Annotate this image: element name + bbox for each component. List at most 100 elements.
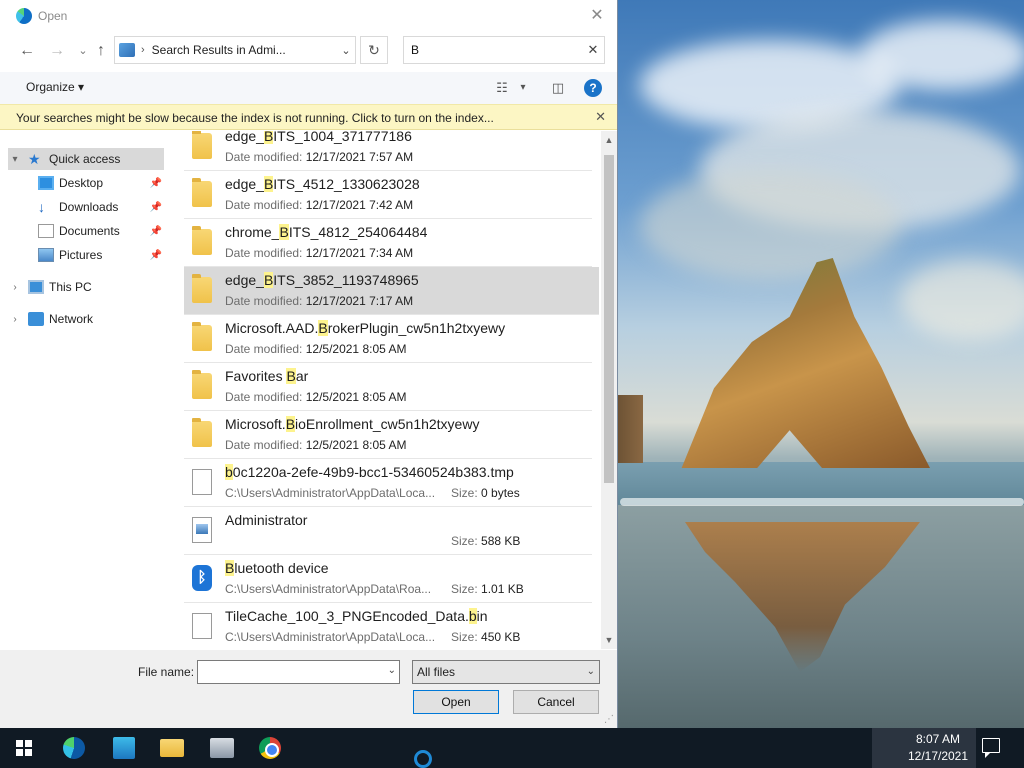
taskbar-chrome[interactable] <box>250 732 290 764</box>
navigation-pane: ▾ ★ Quick access Desktop 📌 ↓ Downloads 📌… <box>0 131 180 649</box>
start-button[interactable] <box>4 732 44 764</box>
forward-icon[interactable]: → <box>46 40 68 62</box>
vertical-scrollbar[interactable]: ▲ ▼ <box>601 131 617 649</box>
list-item[interactable]: edge_BITS_1004_371777186 Date modified: … <box>184 131 592 171</box>
item-date: Date modified: 12/5/2021 8:05 AM <box>225 438 407 452</box>
item-name: Microsoft.BioEnrollment_cw5n1h2txyewy <box>225 416 480 432</box>
item-date: Date modified: 12/5/2021 8:05 AM <box>225 342 407 356</box>
cancel-button[interactable]: Cancel <box>513 690 599 714</box>
taskbar-file-explorer[interactable] <box>152 732 192 764</box>
chevron-down-icon[interactable]: ⌄ <box>388 665 396 676</box>
image-file-icon <box>192 517 212 543</box>
nav-label: Network <box>49 312 94 326</box>
dropdown-icon: ▾ <box>78 80 85 94</box>
expanded-chevron-icon: ▾ <box>12 153 18 165</box>
file-explorer-icon <box>160 739 184 757</box>
server-manager-icon <box>113 737 135 759</box>
file-icon <box>192 613 212 639</box>
open-button[interactable]: Open <box>413 690 499 714</box>
item-date: Date modified: 12/17/2021 7:34 AM <box>225 246 414 260</box>
item-name: Administrator <box>225 512 308 528</box>
view-dropdown-icon[interactable]: ▾ <box>516 79 530 97</box>
close-info-icon[interactable]: ✕ <box>595 109 606 125</box>
address-text: Search Results in Admi... <box>151 43 286 57</box>
nav-label: This PC <box>49 280 92 294</box>
view-options-icon[interactable]: ☷ <box>494 79 510 97</box>
clear-search-icon[interactable]: ✕ <box>582 42 604 58</box>
item-date: Date modified: 12/17/2021 7:42 AM <box>225 198 414 212</box>
notification-icon[interactable] <box>982 738 1000 758</box>
cortana-icon[interactable] <box>414 750 432 768</box>
list-item[interactable]: b0c1220a-2efe-49b9-bcc1-53460524b383.tmp… <box>184 459 592 507</box>
item-path: C:\Users\Administrator\AppData\Loca... <box>225 486 436 500</box>
list-item[interactable]: edge_BITS_4512_1330623028 Date modified:… <box>184 171 592 219</box>
item-name: b0c1220a-2efe-49b9-bcc1-53460524b383.tmp <box>225 464 514 480</box>
bluetooth-icon: ᛒ <box>192 565 212 591</box>
list-item[interactable]: Administrator Size: 588 KB <box>184 507 592 555</box>
list-item[interactable]: Favorites Bar Date modified: 12/5/2021 8… <box>184 363 592 411</box>
nav-label: Pictures <box>59 248 103 262</box>
folder-icon <box>192 322 212 351</box>
scroll-thumb[interactable] <box>604 155 614 483</box>
organize-button[interactable]: Organize ▾ <box>26 80 84 94</box>
nav-desktop[interactable]: Desktop 📌 <box>32 172 162 194</box>
nav-label: Documents <box>59 224 120 238</box>
nav-label: Downloads <box>59 200 119 214</box>
up-icon[interactable]: ↑ <box>90 40 112 62</box>
search-input[interactable] <box>411 43 582 57</box>
control-panel-icon <box>210 738 234 758</box>
scroll-down-icon[interactable]: ▼ <box>601 633 617 647</box>
refresh-button[interactable]: ↻ <box>360 36 388 64</box>
preview-pane-icon[interactable]: ◫ <box>549 79 567 97</box>
close-icon[interactable]: ✕ <box>587 6 607 26</box>
address-bar[interactable]: › Search Results in Admi... ⌄ <box>114 36 356 64</box>
computer-icon <box>28 280 44 294</box>
list-item[interactable]: edge_BITS_3852_1193748965 Date modified:… <box>184 267 599 315</box>
list-item[interactable]: Microsoft.BioEnrollment_cw5n1h2txyewy Da… <box>184 411 592 459</box>
list-item[interactable]: Microsoft.AAD.BrokerPlugin_cw5n1h2txyewy… <box>184 315 592 363</box>
pictures-icon <box>38 248 54 262</box>
taskbar-edge[interactable] <box>54 732 94 764</box>
list-item[interactable]: chrome_BITS_4812_254064484 Date modified… <box>184 219 592 267</box>
document-icon <box>38 224 54 238</box>
nav-pictures[interactable]: Pictures 📌 <box>32 244 162 266</box>
nav-downloads[interactable]: ↓ Downloads 📌 <box>32 196 162 218</box>
chevron-right-icon[interactable]: › <box>8 282 22 293</box>
edge-app-icon <box>16 8 32 24</box>
item-size: Size: 450 KB <box>451 630 521 644</box>
clock-date: 12/17/2021 <box>907 749 969 763</box>
taskbar-control-panel[interactable] <box>202 732 242 764</box>
search-box[interactable]: ✕ <box>403 36 605 64</box>
pin-icon: 📌 <box>149 225 162 237</box>
help-icon[interactable]: ? <box>584 79 602 97</box>
list-item[interactable]: TileCache_100_3_PNGEncoded_Data.bin C:\U… <box>184 603 592 649</box>
network-icon <box>28 312 44 326</box>
index-info-bar[interactable]: Your searches might be slow because the … <box>0 104 617 130</box>
file-type-select[interactable]: All files ⌄ <box>412 660 600 684</box>
chevron-down-icon[interactable]: ⌄ <box>337 44 355 57</box>
chevron-right-icon[interactable]: › <box>8 314 22 325</box>
back-icon[interactable]: ← <box>16 40 38 62</box>
folder-icon <box>192 274 212 303</box>
star-icon: ★ <box>28 151 41 167</box>
nav-documents[interactable]: Documents 📌 <box>32 220 162 242</box>
nav-quick-access[interactable]: ▾ ★ Quick access <box>8 148 164 170</box>
item-name: Favorites Bar <box>225 368 309 384</box>
folder-icon <box>192 131 212 159</box>
search-results-list: edge_BITS_1004_371777186 Date modified: … <box>182 131 599 649</box>
windows-logo-icon <box>16 740 32 756</box>
download-arrow-icon: ↓ <box>38 199 45 215</box>
file-name-input[interactable]: ⌄ <box>197 660 400 684</box>
resize-grip-icon[interactable]: ⋰ <box>604 714 614 725</box>
taskbar-clock[interactable]: 8:07 AM 12/17/2021 <box>900 731 976 765</box>
nav-this-pc[interactable]: › This PC <box>8 276 158 298</box>
taskbar-server-manager[interactable] <box>104 732 144 764</box>
scroll-up-icon[interactable]: ▲ <box>601 133 617 147</box>
item-date: Date modified: 12/17/2021 7:17 AM <box>225 294 414 308</box>
pin-icon: 📌 <box>149 177 162 189</box>
command-toolbar: Organize ▾ ☷ ▾ ◫ ? <box>0 72 617 104</box>
info-message[interactable]: Your searches might be slow because the … <box>16 111 494 125</box>
list-item[interactable]: ᛒ Bluetooth device C:\Users\Administrato… <box>184 555 592 603</box>
nav-network[interactable]: › Network <box>8 308 158 330</box>
edge-icon <box>63 737 85 759</box>
